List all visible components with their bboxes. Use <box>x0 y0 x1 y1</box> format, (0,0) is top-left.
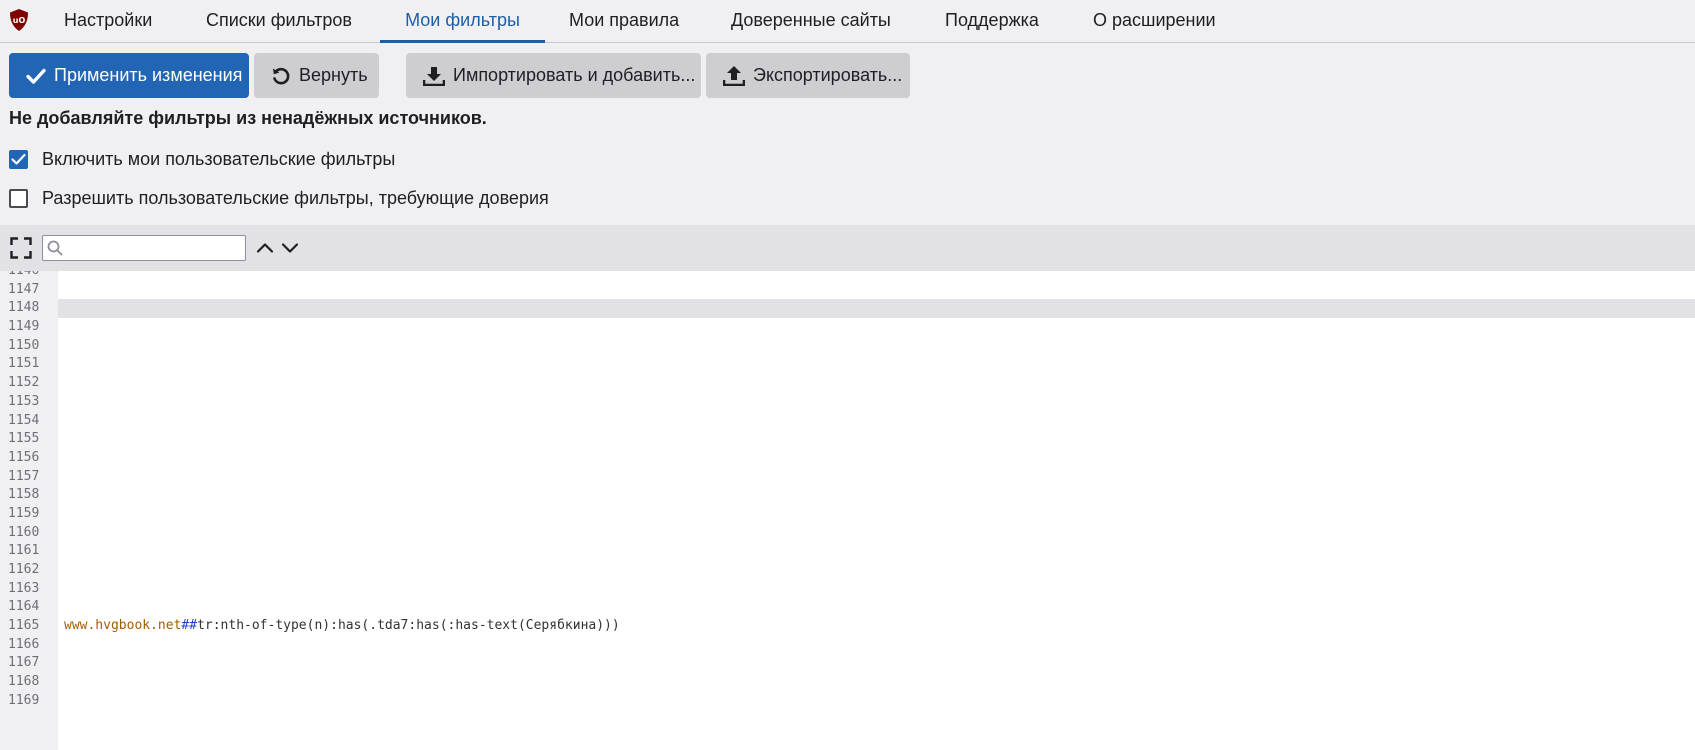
untrusted-sources-warning: Не добавляйте фильтры из ненадёжных исто… <box>9 108 487 128</box>
export-button[interactable]: Экспортировать... <box>706 53 910 98</box>
line-number: 1156 <box>8 449 40 465</box>
editor-line[interactable]: 1151 <box>0 355 1695 374</box>
chevron-down-icon[interactable] <box>280 238 300 258</box>
revert-label: Вернуть <box>299 65 368 85</box>
editor-line[interactable]: 1148 <box>0 299 1695 319</box>
apply-changes-button[interactable]: Применить изменения <box>9 53 249 98</box>
editor-line[interactable]: 1153 <box>0 393 1695 412</box>
line-code: www.hvgbook.net##tr:nth-of-type(n):has(.… <box>64 617 620 636</box>
line-number: 1159 <box>8 505 40 521</box>
line-number: 1158 <box>8 487 40 503</box>
line-number: 1157 <box>8 468 40 484</box>
fullscreen-icon[interactable] <box>10 237 32 259</box>
editor-lines: 1146114711481149115011511152115311541155… <box>0 271 1695 711</box>
line-number: 1148 <box>0 299 58 319</box>
editor-toolbar <box>0 225 1695 271</box>
line-number: 1163 <box>8 580 40 596</box>
line-number: 1153 <box>8 393 40 409</box>
enable-my-filters-option[interactable]: Включить мои пользовательские фильтры <box>9 149 395 170</box>
line-number: 1162 <box>8 562 40 577</box>
upload-icon <box>723 65 745 86</box>
editor-line[interactable]: 1150 <box>0 337 1695 356</box>
svg-text:uO: uO <box>13 16 26 25</box>
tab-trusted-sites[interactable]: Доверенные сайты <box>731 0 891 43</box>
editor-line[interactable]: 1146 <box>0 271 1695 281</box>
editor-line[interactable]: 1152 <box>0 374 1695 393</box>
editor-line[interactable]: 1158 <box>0 486 1695 505</box>
line-number: 1154 <box>8 412 40 428</box>
line-number: 1147 <box>8 281 40 297</box>
line-number: 1149 <box>8 319 40 335</box>
editor-line[interactable]: 1157 <box>0 468 1695 487</box>
tab-settings[interactable]: Настройки <box>64 0 152 43</box>
ublock-origin-logo: uO <box>10 9 28 31</box>
editor-line[interactable]: 1169 <box>0 692 1695 711</box>
editor-line[interactable]: 1164 <box>0 598 1695 617</box>
editor-line[interactable]: 1149 <box>0 318 1695 337</box>
editor-line[interactable]: 1166 <box>0 636 1695 655</box>
tab-about[interactable]: О расширении <box>1093 0 1216 43</box>
filter-domain-token: www.hvgbook.net <box>64 618 182 634</box>
editor-line[interactable]: 1156 <box>0 449 1695 468</box>
editor-line[interactable]: 1167 <box>0 654 1695 673</box>
filter-editor[interactable]: 1146114711481149115011511152115311541155… <box>0 271 1695 750</box>
export-label: Экспортировать... <box>753 65 903 85</box>
editor-line[interactable]: 1160 <box>0 524 1695 543</box>
tab-filter-lists[interactable]: Списки фильтров <box>206 0 352 43</box>
line-number: 1160 <box>8 524 40 540</box>
line-number: 1168 <box>8 674 40 690</box>
filter-separator-token: ## <box>181 618 198 634</box>
editor-line[interactable]: 1163 <box>0 580 1695 599</box>
line-number: 1169 <box>8 692 40 708</box>
allow-trusted-filters-label: Разрешить пользовательские фильтры, треб… <box>42 188 549 208</box>
line-number: 1167 <box>8 655 40 671</box>
line-number: 1151 <box>8 356 40 372</box>
editor-line[interactable]: 1165 www.hvgbook.net##tr:nth-of-type(n):h… <box>0 617 1695 636</box>
line-number: 1152 <box>8 375 40 391</box>
editor-line[interactable]: 1154 <box>0 412 1695 431</box>
tab-bar: uO Настройки Списки фильтров Мои фильтры… <box>0 0 1695 43</box>
revert-button[interactable]: Вернуть <box>254 53 379 98</box>
editor-line[interactable]: 1147 <box>0 281 1695 300</box>
line-number: 1146 <box>0 271 58 281</box>
editor-line[interactable]: 1162 <box>0 561 1695 580</box>
tab-support[interactable]: Поддержка <box>945 0 1039 43</box>
download-icon <box>423 66 445 86</box>
filter-selector-token: tr:nth-of-type(n):has(.tda7:has(:has-tex… <box>197 618 620 634</box>
tab-my-rules[interactable]: Мои правила <box>569 0 679 43</box>
import-and-append-button[interactable]: Импортировать и добавить... <box>406 53 701 98</box>
enable-my-filters-checkbox[interactable] <box>9 150 28 169</box>
allow-trusted-filters-option[interactable]: Разрешить пользовательские фильтры, треб… <box>9 188 549 209</box>
line-number: 1155 <box>8 431 40 447</box>
search-icon <box>47 240 63 256</box>
editor-line[interactable]: 1161 <box>0 542 1695 561</box>
line-number: 1150 <box>8 337 40 353</box>
allow-trusted-filters-checkbox[interactable] <box>9 189 28 208</box>
checkmark-icon <box>11 153 26 165</box>
editor-line[interactable]: 1168 <box>0 673 1695 692</box>
editor-line[interactable]: 1155 <box>0 430 1695 449</box>
chevron-up-icon[interactable] <box>255 238 275 258</box>
import-label: Импортировать и добавить... <box>453 65 696 85</box>
check-icon <box>26 68 46 84</box>
line-number: 1164 <box>8 599 40 615</box>
editor-line[interactable]: 1159 <box>0 505 1695 524</box>
editor-search-input[interactable] <box>42 235 246 261</box>
line-number: 1161 <box>8 543 40 559</box>
enable-my-filters-label: Включить мои пользовательские фильтры <box>42 149 396 169</box>
undo-icon <box>273 67 290 84</box>
line-number: 1165 <box>8 618 40 634</box>
apply-changes-label: Применить изменения <box>54 65 243 85</box>
tab-my-filters[interactable]: Мои фильтры <box>380 0 545 43</box>
line-number: 1166 <box>8 636 40 652</box>
